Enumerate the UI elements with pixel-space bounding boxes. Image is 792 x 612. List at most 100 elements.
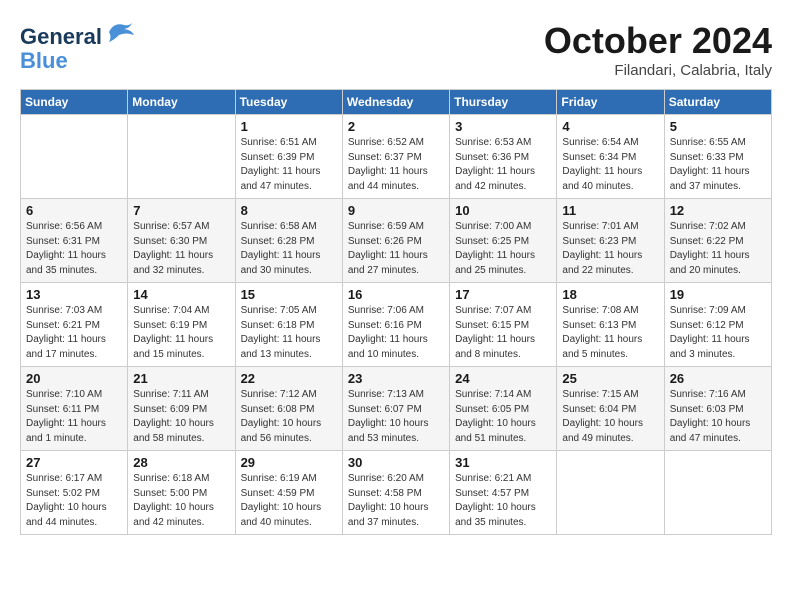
calendar-cell: 31Sunrise: 6:21 AM Sunset: 4:57 PM Dayli…	[450, 451, 557, 535]
day-number: 2	[348, 119, 444, 134]
week-row-4: 20 Sunrise: 7:10 AM Sunset: 6:11 PM Dayli…	[21, 367, 772, 451]
week-row-1: 1 Sunrise: 6:51 AM Sunset: 6:39 PM Daylig…	[21, 115, 772, 199]
day-info: Sunrise: 7:07 AM Sunset: 6:15 PM Dayligh…	[455, 304, 551, 362]
day-info: Sunrise: 6:53 AM Sunset: 6:36 PM Dayligh…	[455, 136, 551, 194]
calendar-cell: 22Sunrise: 7:12 AM Sunset: 6:08 PM Dayli…	[235, 367, 342, 451]
location: Filandari, Calabria, Italy	[544, 62, 772, 79]
calendar-cell: 5 Sunrise: 6:55 AM Sunset: 6:33 PM Daylig…	[664, 115, 771, 199]
week-row-5: 27Sunrise: 6:17 AM Sunset: 5:02 PM Dayli…	[21, 451, 772, 535]
calendar-cell: 23 Sunrise: 7:13 AM Sunset: 6:07 PM Dayli…	[342, 367, 449, 451]
day-info: Sunrise: 6:54 AM Sunset: 6:34 PM Dayligh…	[562, 136, 658, 194]
calendar-cell: 30 Sunrise: 6:20 AM Sunset: 4:58 PM Dayli…	[342, 451, 449, 535]
calendar-cell: 29Sunrise: 6:19 AM Sunset: 4:59 PM Dayli…	[235, 451, 342, 535]
day-info: Sunrise: 7:00 AM Sunset: 6:25 PM Dayligh…	[455, 220, 551, 278]
day-info: Sunrise: 6:18 AM Sunset: 5:00 PM Dayligh…	[133, 472, 229, 530]
calendar-cell: 21Sunrise: 7:11 AM Sunset: 6:09 PM Dayli…	[128, 367, 235, 451]
calendar-cell: 4Sunrise: 6:54 AM Sunset: 6:34 PM Daylig…	[557, 115, 664, 199]
calendar-cell: 11Sunrise: 7:01 AM Sunset: 6:23 PM Dayli…	[557, 199, 664, 283]
day-info: Sunrise: 6:56 AM Sunset: 6:31 PM Dayligh…	[26, 220, 122, 278]
day-number: 22	[241, 371, 337, 386]
calendar-cell: 26 Sunrise: 7:16 AM Sunset: 6:03 PM Dayli…	[664, 367, 771, 451]
day-info: Sunrise: 6:52 AM Sunset: 6:37 PM Dayligh…	[348, 136, 444, 194]
calendar-cell: 27Sunrise: 6:17 AM Sunset: 5:02 PM Dayli…	[21, 451, 128, 535]
calendar-cell: 12Sunrise: 7:02 AM Sunset: 6:22 PM Dayli…	[664, 199, 771, 283]
weekday-header-thursday: Thursday	[450, 90, 557, 115]
day-info: Sunrise: 7:16 AM Sunset: 6:03 PM Dayligh…	[670, 388, 766, 446]
day-number: 14	[133, 287, 229, 302]
week-row-3: 13Sunrise: 7:03 AM Sunset: 6:21 PM Dayli…	[21, 283, 772, 367]
day-number: 18	[562, 287, 658, 302]
day-number: 17	[455, 287, 551, 302]
weekday-header-wednesday: Wednesday	[342, 90, 449, 115]
calendar-cell: 16 Sunrise: 7:06 AM Sunset: 6:16 PM Dayli…	[342, 283, 449, 367]
day-info: Sunrise: 6:59 AM Sunset: 6:26 PM Dayligh…	[348, 220, 444, 278]
calendar-cell: 25Sunrise: 7:15 AM Sunset: 6:04 PM Dayli…	[557, 367, 664, 451]
day-number: 5	[670, 119, 766, 134]
day-number: 30	[348, 455, 444, 470]
title-block: October 2024 Filandari, Calabria, Italy	[544, 20, 772, 79]
weekday-header-friday: Friday	[557, 90, 664, 115]
day-info: Sunrise: 7:14 AM Sunset: 6:05 PM Dayligh…	[455, 388, 551, 446]
day-number: 3	[455, 119, 551, 134]
day-number: 20	[26, 371, 122, 386]
day-number: 9	[348, 203, 444, 218]
day-info: Sunrise: 6:51 AM Sunset: 6:39 PM Dayligh…	[241, 136, 337, 194]
day-number: 23	[348, 371, 444, 386]
weekday-header-tuesday: Tuesday	[235, 90, 342, 115]
calendar-cell: 7 Sunrise: 6:57 AM Sunset: 6:30 PM Daylig…	[128, 199, 235, 283]
calendar-cell: 2 Sunrise: 6:52 AM Sunset: 6:37 PM Daylig…	[342, 115, 449, 199]
day-number: 8	[241, 203, 337, 218]
calendar-cell: 18 Sunrise: 7:08 AM Sunset: 6:13 PM Dayli…	[557, 283, 664, 367]
day-info: Sunrise: 6:55 AM Sunset: 6:33 PM Dayligh…	[670, 136, 766, 194]
day-number: 29	[241, 455, 337, 470]
day-number: 6	[26, 203, 122, 218]
day-info: Sunrise: 7:05 AM Sunset: 6:18 PM Dayligh…	[241, 304, 337, 362]
day-info: Sunrise: 6:57 AM Sunset: 6:30 PM Dayligh…	[133, 220, 229, 278]
month-title: October 2024	[544, 20, 772, 62]
logo-text: General	[20, 20, 134, 49]
calendar-cell: 17 Sunrise: 7:07 AM Sunset: 6:15 PM Dayli…	[450, 283, 557, 367]
day-number: 19	[670, 287, 766, 302]
calendar-cell: 14Sunrise: 7:04 AM Sunset: 6:19 PM Dayli…	[128, 283, 235, 367]
calendar-cell: 28 Sunrise: 6:18 AM Sunset: 5:00 PM Dayli…	[128, 451, 235, 535]
weekday-header-sunday: Sunday	[21, 90, 128, 115]
day-info: Sunrise: 7:13 AM Sunset: 6:07 PM Dayligh…	[348, 388, 444, 446]
day-number: 1	[241, 119, 337, 134]
calendar-cell: 19 Sunrise: 7:09 AM Sunset: 6:12 PM Dayli…	[664, 283, 771, 367]
day-info: Sunrise: 6:20 AM Sunset: 4:58 PM Dayligh…	[348, 472, 444, 530]
day-number: 7	[133, 203, 229, 218]
weekday-header-row: SundayMondayTuesdayWednesdayThursdayFrid…	[21, 90, 772, 115]
day-number: 28	[133, 455, 229, 470]
calendar-cell: 9 Sunrise: 6:59 AM Sunset: 6:26 PM Daylig…	[342, 199, 449, 283]
logo-text-blue: Blue	[20, 49, 134, 73]
calendar-cell: 6 Sunrise: 6:56 AM Sunset: 6:31 PM Daylig…	[21, 199, 128, 283]
calendar-cell	[557, 451, 664, 535]
day-number: 10	[455, 203, 551, 218]
calendar-table: SundayMondayTuesdayWednesdayThursdayFrid…	[20, 89, 772, 535]
day-number: 16	[348, 287, 444, 302]
day-info: Sunrise: 7:08 AM Sunset: 6:13 PM Dayligh…	[562, 304, 658, 362]
calendar-cell	[21, 115, 128, 199]
day-number: 24	[455, 371, 551, 386]
day-number: 26	[670, 371, 766, 386]
calendar-cell: 8Sunrise: 6:58 AM Sunset: 6:28 PM Daylig…	[235, 199, 342, 283]
calendar-cell: 3 Sunrise: 6:53 AM Sunset: 6:36 PM Daylig…	[450, 115, 557, 199]
page-header: General Blue October 2024 Filandari, Cal…	[20, 20, 772, 79]
calendar-cell: 13Sunrise: 7:03 AM Sunset: 6:21 PM Dayli…	[21, 283, 128, 367]
day-number: 27	[26, 455, 122, 470]
day-info: Sunrise: 7:09 AM Sunset: 6:12 PM Dayligh…	[670, 304, 766, 362]
logo-bird-icon	[104, 20, 134, 44]
day-info: Sunrise: 7:10 AM Sunset: 6:11 PM Dayligh…	[26, 388, 122, 446]
logo: General Blue	[20, 20, 134, 73]
calendar-cell: 15Sunrise: 7:05 AM Sunset: 6:18 PM Dayli…	[235, 283, 342, 367]
day-info: Sunrise: 6:21 AM Sunset: 4:57 PM Dayligh…	[455, 472, 551, 530]
day-info: Sunrise: 7:06 AM Sunset: 6:16 PM Dayligh…	[348, 304, 444, 362]
weekday-header-saturday: Saturday	[664, 90, 771, 115]
calendar-cell	[128, 115, 235, 199]
calendar-cell: 24 Sunrise: 7:14 AM Sunset: 6:05 PM Dayli…	[450, 367, 557, 451]
week-row-2: 6 Sunrise: 6:56 AM Sunset: 6:31 PM Daylig…	[21, 199, 772, 283]
day-number: 12	[670, 203, 766, 218]
calendar-cell: 10 Sunrise: 7:00 AM Sunset: 6:25 PM Dayli…	[450, 199, 557, 283]
day-info: Sunrise: 7:11 AM Sunset: 6:09 PM Dayligh…	[133, 388, 229, 446]
calendar-cell	[664, 451, 771, 535]
